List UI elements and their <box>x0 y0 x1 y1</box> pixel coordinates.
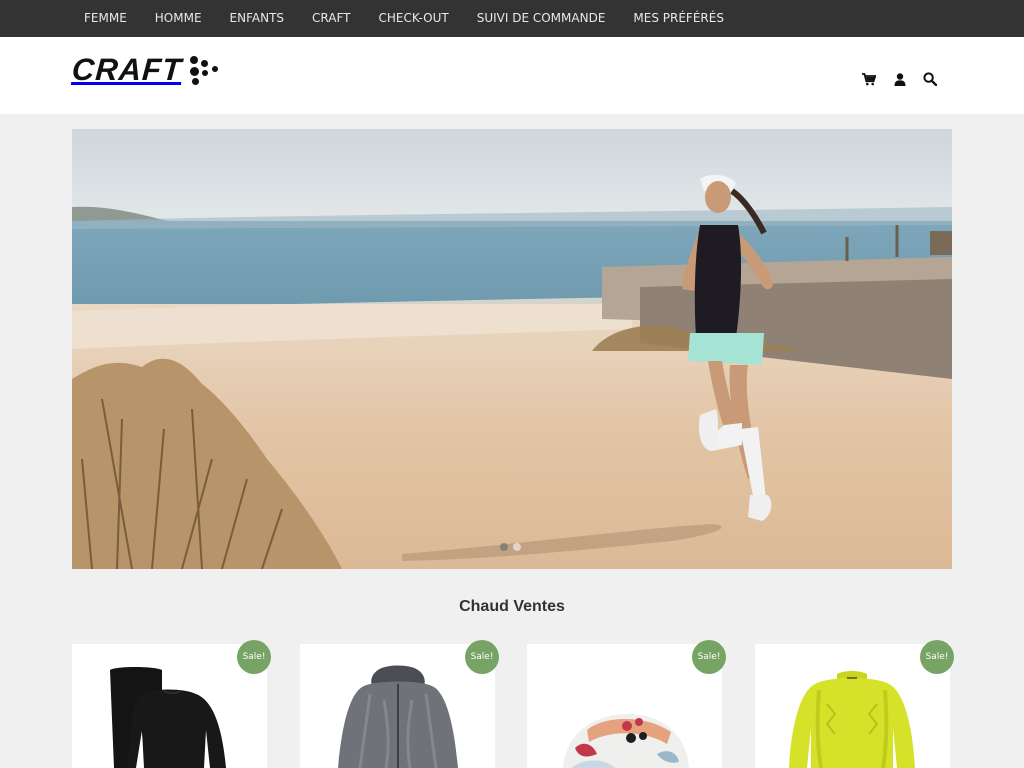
nav-item-homme[interactable]: HOMME <box>141 0 216 37</box>
logo-dots-icon <box>188 54 220 86</box>
hero-slide-dot-1[interactable] <box>500 543 508 551</box>
nav-item-craft[interactable]: CRAFT <box>298 0 364 37</box>
logo-wordmark: CRAFT <box>70 52 184 87</box>
top-navigation-bar: FEMME HOMME ENFANTS CRAFT CHECK-OUT SUIV… <box>0 0 1024 37</box>
user-icon[interactable] <box>891 69 909 89</box>
header-icons <box>860 69 940 89</box>
nav-item-mes-preferes[interactable]: MES PRÉFÉRÉS <box>619 0 738 37</box>
sale-badge-1: Sale! <box>237 640 271 674</box>
nav-item-check-out[interactable]: CHECK-OUT <box>365 0 463 37</box>
search-icon[interactable] <box>921 69 939 89</box>
nav-item-femme[interactable]: FEMME <box>70 0 141 37</box>
cart-icon[interactable] <box>860 69 878 89</box>
nav-item-enfants[interactable]: ENFANTS <box>216 0 299 37</box>
hero-image-runner-on-beach <box>72 129 952 569</box>
hero-slide-dots <box>500 543 521 551</box>
sale-badge-4: Sale! <box>920 640 954 674</box>
sale-badge-2: Sale! <box>465 640 499 674</box>
hero-slide-dot-2[interactable] <box>513 543 521 551</box>
site-header: CRAFT <box>0 37 1024 114</box>
hero-slider[interactable] <box>72 129 952 569</box>
craft-logo[interactable]: CRAFT <box>70 52 242 88</box>
nav-item-suivi-de-commande[interactable]: SUIVI DE COMMANDE <box>463 0 620 37</box>
sale-badge-3: Sale! <box>692 640 726 674</box>
top-nav-menu: FEMME HOMME ENFANTS CRAFT CHECK-OUT SUIV… <box>70 0 738 37</box>
section-title: Chaud Ventes <box>459 598 565 615</box>
